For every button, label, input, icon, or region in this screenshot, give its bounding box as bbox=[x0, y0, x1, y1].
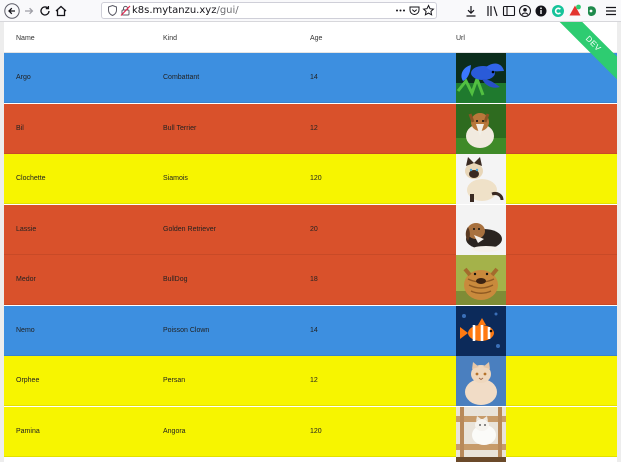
bookmark-star-icon[interactable] bbox=[422, 4, 435, 17]
table-body: Argo Combattant 14 Bil Bull Terrier 12 C… bbox=[4, 53, 617, 462]
table-row[interactable]: Medor BullDog 18 bbox=[4, 255, 617, 305]
cell-kind: Bull Terrier bbox=[163, 124, 197, 132]
cell-age: 12 bbox=[310, 377, 318, 384]
table-row[interactable]: Lassie Golden Retriever 20 bbox=[4, 204, 617, 255]
table-row-partial bbox=[4, 457, 617, 462]
extension-c-icon[interactable] bbox=[550, 3, 566, 19]
url-bar[interactable]: k8s.mytanzu.xyz/gui/ bbox=[101, 2, 437, 19]
cell-name: Argo bbox=[16, 74, 31, 81]
table-row[interactable]: Clochette Siamois 120 bbox=[4, 154, 617, 204]
forward-icon[interactable] bbox=[21, 3, 37, 19]
extension-red-icon[interactable] bbox=[567, 3, 583, 19]
cell-kind: Angora bbox=[163, 427, 186, 435]
pet-photo-betta-fish[interactable] bbox=[456, 53, 506, 103]
pet-photo-sharpei[interactable] bbox=[456, 255, 506, 305]
pet-photo-persian-cat[interactable] bbox=[456, 356, 506, 406]
library-icon[interactable] bbox=[485, 3, 501, 19]
url-path: /gui/ bbox=[216, 5, 239, 16]
cell-kind: Persan bbox=[163, 377, 186, 384]
extension-green-icon[interactable] bbox=[584, 3, 600, 19]
pocket-icon[interactable] bbox=[408, 4, 421, 17]
cell-name: Pamina bbox=[16, 427, 40, 435]
viewport-right-gutter bbox=[617, 22, 621, 462]
pets-table: Name Kind Age Url Argo Combattant 14 Bil… bbox=[4, 22, 617, 462]
browser-toolbar: k8s.mytanzu.xyz/gui/ bbox=[0, 0, 621, 22]
account-icon[interactable] bbox=[517, 3, 533, 19]
pet-photo-siamese-cat[interactable] bbox=[456, 154, 506, 204]
cell-name: Clochette bbox=[16, 175, 46, 182]
cell-kind: Poisson Clown bbox=[163, 326, 210, 334]
pet-photo-beagle[interactable] bbox=[456, 204, 506, 255]
back-icon[interactable] bbox=[4, 3, 20, 19]
cell-name: Bil bbox=[16, 124, 24, 132]
pet-photo-partial bbox=[456, 457, 506, 462]
cell-age: 14 bbox=[310, 326, 318, 334]
cell-kind: BullDog bbox=[163, 276, 188, 283]
cell-age: 120 bbox=[310, 175, 322, 182]
page-actions-icon[interactable] bbox=[394, 4, 407, 17]
header-url[interactable]: Url bbox=[456, 34, 465, 43]
url-host: k8s.mytanzu.xyz bbox=[132, 5, 217, 16]
pet-photo-angora-cat[interactable] bbox=[456, 406, 506, 457]
table-row[interactable]: Pamina Angora 120 bbox=[4, 406, 617, 457]
header-age[interactable]: Age bbox=[310, 34, 322, 43]
cell-kind: Golden Retriever bbox=[163, 225, 216, 233]
pet-photo-clownfish[interactable] bbox=[456, 305, 506, 356]
menu-icon[interactable] bbox=[603, 3, 619, 19]
pet-photo-collie[interactable] bbox=[456, 103, 506, 154]
cell-age: 20 bbox=[310, 225, 318, 233]
cell-age: 120 bbox=[310, 427, 322, 435]
download-icon[interactable] bbox=[463, 3, 479, 19]
sidebar-icon[interactable] bbox=[501, 3, 517, 19]
cell-kind: Combattant bbox=[163, 74, 200, 81]
cell-age: 12 bbox=[310, 124, 318, 132]
cell-name: Orphee bbox=[16, 377, 40, 384]
cell-kind: Siamois bbox=[163, 175, 188, 182]
table-row[interactable]: Bil Bull Terrier 12 bbox=[4, 103, 617, 154]
cell-age: 14 bbox=[310, 74, 318, 81]
insecure-lock-icon[interactable] bbox=[119, 4, 132, 17]
table-row[interactable]: Argo Combattant 14 bbox=[4, 53, 617, 103]
url-text[interactable]: k8s.mytanzu.xyz/gui/ bbox=[132, 4, 239, 18]
info-icon[interactable] bbox=[533, 3, 549, 19]
table-row[interactable]: Orphee Persan 12 bbox=[4, 356, 617, 406]
shield-icon[interactable] bbox=[106, 4, 119, 17]
cell-name: Medor bbox=[16, 276, 36, 283]
reload-icon[interactable] bbox=[37, 3, 53, 19]
header-name[interactable]: Name bbox=[16, 34, 35, 43]
home-icon[interactable] bbox=[53, 3, 69, 19]
table-header: Name Kind Age Url bbox=[4, 22, 617, 53]
cell-name: Nemo bbox=[16, 326, 35, 334]
table-row[interactable]: Nemo Poisson Clown 14 bbox=[4, 305, 617, 356]
header-kind[interactable]: Kind bbox=[163, 34, 177, 43]
cell-name: Lassie bbox=[16, 225, 37, 233]
cell-age: 18 bbox=[310, 276, 318, 283]
